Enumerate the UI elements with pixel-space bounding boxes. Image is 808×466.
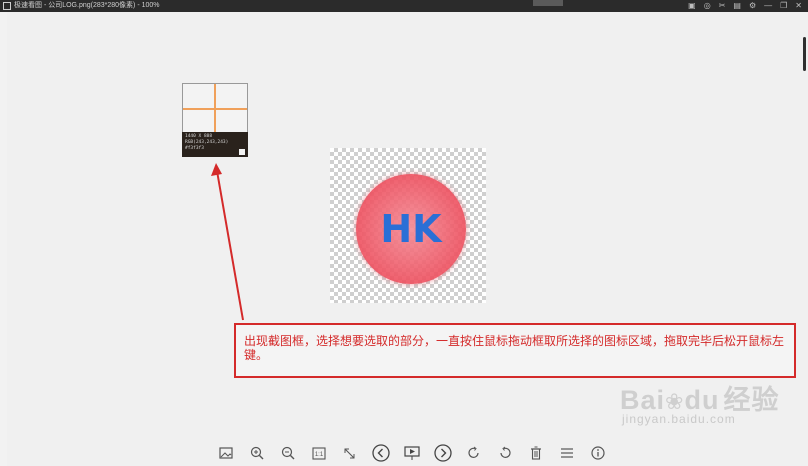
delete-icon xyxy=(530,446,541,460)
menu-icon xyxy=(560,448,573,458)
fit-screen-button[interactable] xyxy=(334,443,365,463)
image-button[interactable] xyxy=(210,443,241,463)
previous-button[interactable] xyxy=(365,443,396,463)
zoom-in-button[interactable] xyxy=(241,443,272,463)
watermark-url: jingyan.baidu.com xyxy=(622,412,736,426)
slideshow-icon xyxy=(403,445,420,460)
actual-size-icon: 1:1 xyxy=(311,446,326,460)
paw-icon: ❀ xyxy=(665,389,685,414)
slideshow-button[interactable] xyxy=(396,443,427,463)
next-button[interactable] xyxy=(427,443,458,463)
watermark-brand: Bai❀du 经验 xyxy=(620,385,780,415)
rotate-right-button[interactable] xyxy=(458,443,489,463)
rotate-left-button[interactable] xyxy=(489,443,520,463)
annotation-box: 出现截图框，选择想要选取的部分，一直按住鼠标拖动框取所选择的图标区域，拖取完毕后… xyxy=(234,323,796,378)
image-icon xyxy=(218,447,233,459)
arrow-line xyxy=(216,170,244,321)
annotation-text: 出现截图框，选择想要选取的部分，一直按住鼠标拖动框取所选择的图标区域，拖取完毕后… xyxy=(244,334,785,362)
bottom-toolbar: 1:1 xyxy=(210,443,613,463)
zoom-in-icon xyxy=(250,446,263,460)
next-icon xyxy=(433,444,452,462)
menu-button[interactable] xyxy=(551,443,582,463)
delete-button[interactable] xyxy=(520,443,551,463)
arrow-head xyxy=(211,163,222,176)
info-button[interactable] xyxy=(582,443,613,463)
actual-size-label: 1:1 xyxy=(314,452,323,458)
actual-size-button[interactable]: 1:1 xyxy=(303,443,334,463)
previous-icon xyxy=(371,444,390,462)
baidu-watermark: Bai❀du 经验 jingyan.baidu.com xyxy=(620,378,780,426)
zoom-out-button[interactable] xyxy=(272,443,303,463)
info-icon xyxy=(590,446,605,460)
rotate-left-icon xyxy=(499,446,511,458)
rotate-right-icon xyxy=(467,446,479,458)
fit-screen-icon xyxy=(344,448,355,458)
zoom-out-icon xyxy=(281,446,294,460)
